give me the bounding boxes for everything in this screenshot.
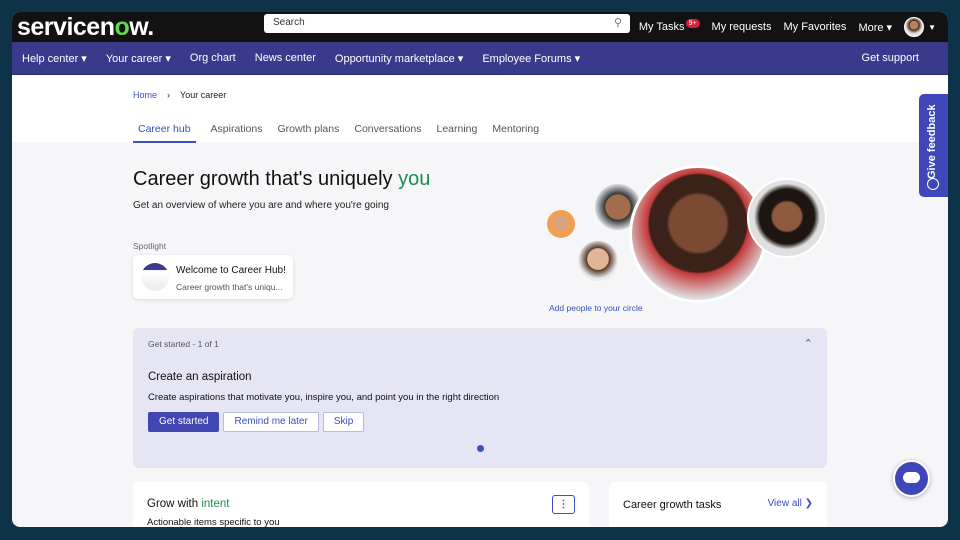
spotlight-thumbnail — [141, 263, 169, 291]
app-window: servicenow. Search ⚲ My Tasks 9+ My reque… — [12, 12, 948, 527]
feedback-label: Give feedback — [926, 104, 938, 179]
breadcrumb-current: Your career — [180, 90, 227, 100]
tabs: Career hub Aspirations Growth plans Conv… — [133, 123, 539, 143]
skip-button[interactable]: Skip — [322, 412, 365, 432]
view-all-link[interactable]: View all ❯ — [768, 498, 813, 509]
get-support-link[interactable]: Get support — [862, 52, 919, 64]
chevron-down-icon: ▼ — [928, 22, 936, 32]
my-favorites-link[interactable]: My Favorites — [783, 21, 846, 33]
more-menu[interactable]: More ▾ — [858, 21, 892, 34]
my-tasks-label: My Tasks — [638, 21, 685, 33]
grow-subtitle: Actionable items specific to you — [147, 517, 280, 527]
person-avatar[interactable] — [547, 210, 575, 238]
nav-help-center[interactable]: Help center ▾ — [22, 52, 87, 65]
grow-title-highlight: intent — [201, 498, 230, 510]
tab-aspirations[interactable]: Aspirations — [211, 123, 263, 143]
nav-news-center[interactable]: News center — [255, 52, 316, 64]
search-placeholder: Search — [273, 17, 305, 28]
get-started-button[interactable]: Get started — [148, 412, 220, 432]
tab-career-hub[interactable]: Career hub — [133, 123, 196, 143]
remind-me-later-button[interactable]: Remind me later — [223, 412, 319, 432]
title-text: Career growth that's uniquely — [133, 168, 399, 190]
spotlight-text: Career growth that's uniqu... — [176, 282, 283, 292]
carousel-dot[interactable] — [477, 445, 484, 452]
grow-title: Grow with intent — [147, 498, 229, 510]
chat-bubble-button[interactable] — [893, 460, 930, 497]
page-subtitle: Get an overview of where you are and whe… — [133, 200, 389, 211]
nav-org-chart[interactable]: Org chart — [190, 52, 236, 64]
search-input[interactable]: Search ⚲ — [264, 14, 630, 33]
tasks-badge: 9+ — [685, 19, 700, 28]
person-avatar[interactable] — [747, 178, 827, 258]
top-bar: servicenow. Search ⚲ My Tasks 9+ My reque… — [12, 12, 948, 42]
career-growth-tasks-card: Career growth tasks View all ❯ — [609, 482, 827, 527]
spotlight-label: Spotlight — [133, 241, 167, 251]
person-avatar[interactable] — [578, 241, 618, 281]
nav-your-career[interactable]: Your career ▾ — [106, 52, 171, 65]
user-menu[interactable]: ▼ — [904, 17, 936, 37]
main-nav: Help center ▾ Your career ▾ Org chart Ne… — [12, 42, 948, 75]
chevron-up-icon[interactable]: ⌃ — [804, 337, 813, 350]
get-started-panel: Get started - 1 of 1 ⌃ Create an aspirat… — [133, 328, 827, 468]
search-icon: ⚲ — [613, 17, 622, 29]
tab-mentoring[interactable]: Mentoring — [492, 123, 539, 143]
tab-growth-plans[interactable]: Growth plans — [277, 123, 339, 143]
more-options-button[interactable]: ⋮ — [552, 495, 575, 514]
tab-learning[interactable]: Learning — [436, 123, 477, 143]
breadcrumb: Home › Your career — [133, 90, 226, 100]
smiley-icon — [927, 178, 939, 190]
my-tasks-link[interactable]: My Tasks 9+ — [638, 19, 700, 33]
chevron-right-icon: › — [167, 90, 171, 100]
get-started-title: Create an aspiration — [148, 371, 252, 383]
tab-conversations[interactable]: Conversations — [354, 123, 421, 143]
servicenow-logo[interactable]: servicenow. — [17, 13, 154, 42]
page-title: Career growth that's uniquely you — [133, 168, 430, 191]
tasks-title: Career growth tasks — [623, 499, 722, 511]
avatar — [904, 17, 925, 37]
grow-with-intent-card: Grow with intent Actionable items specif… — [133, 482, 589, 527]
add-people-link[interactable]: Add people to your circle — [549, 303, 643, 313]
my-requests-link[interactable]: My requests — [712, 21, 772, 33]
nav-opportunity-marketplace[interactable]: Opportunity marketplace ▾ — [335, 52, 463, 65]
breadcrumb-home[interactable]: Home — [133, 90, 157, 100]
spotlight-title: Welcome to Career Hub! — [176, 265, 286, 276]
nav-employee-forums[interactable]: Employee Forums ▾ — [482, 52, 580, 65]
grow-title-text: Grow with — [147, 498, 202, 510]
title-highlight: you — [398, 168, 431, 190]
get-started-header: Get started - 1 of 1 — [148, 339, 219, 349]
get-started-description: Create aspirations that motivate you, in… — [148, 392, 500, 403]
person-avatar-main[interactable] — [629, 165, 767, 303]
give-feedback-tab[interactable]: Give feedback — [919, 94, 948, 197]
spotlight-card[interactable]: Welcome to Career Hub! Career growth that… — [133, 255, 293, 299]
